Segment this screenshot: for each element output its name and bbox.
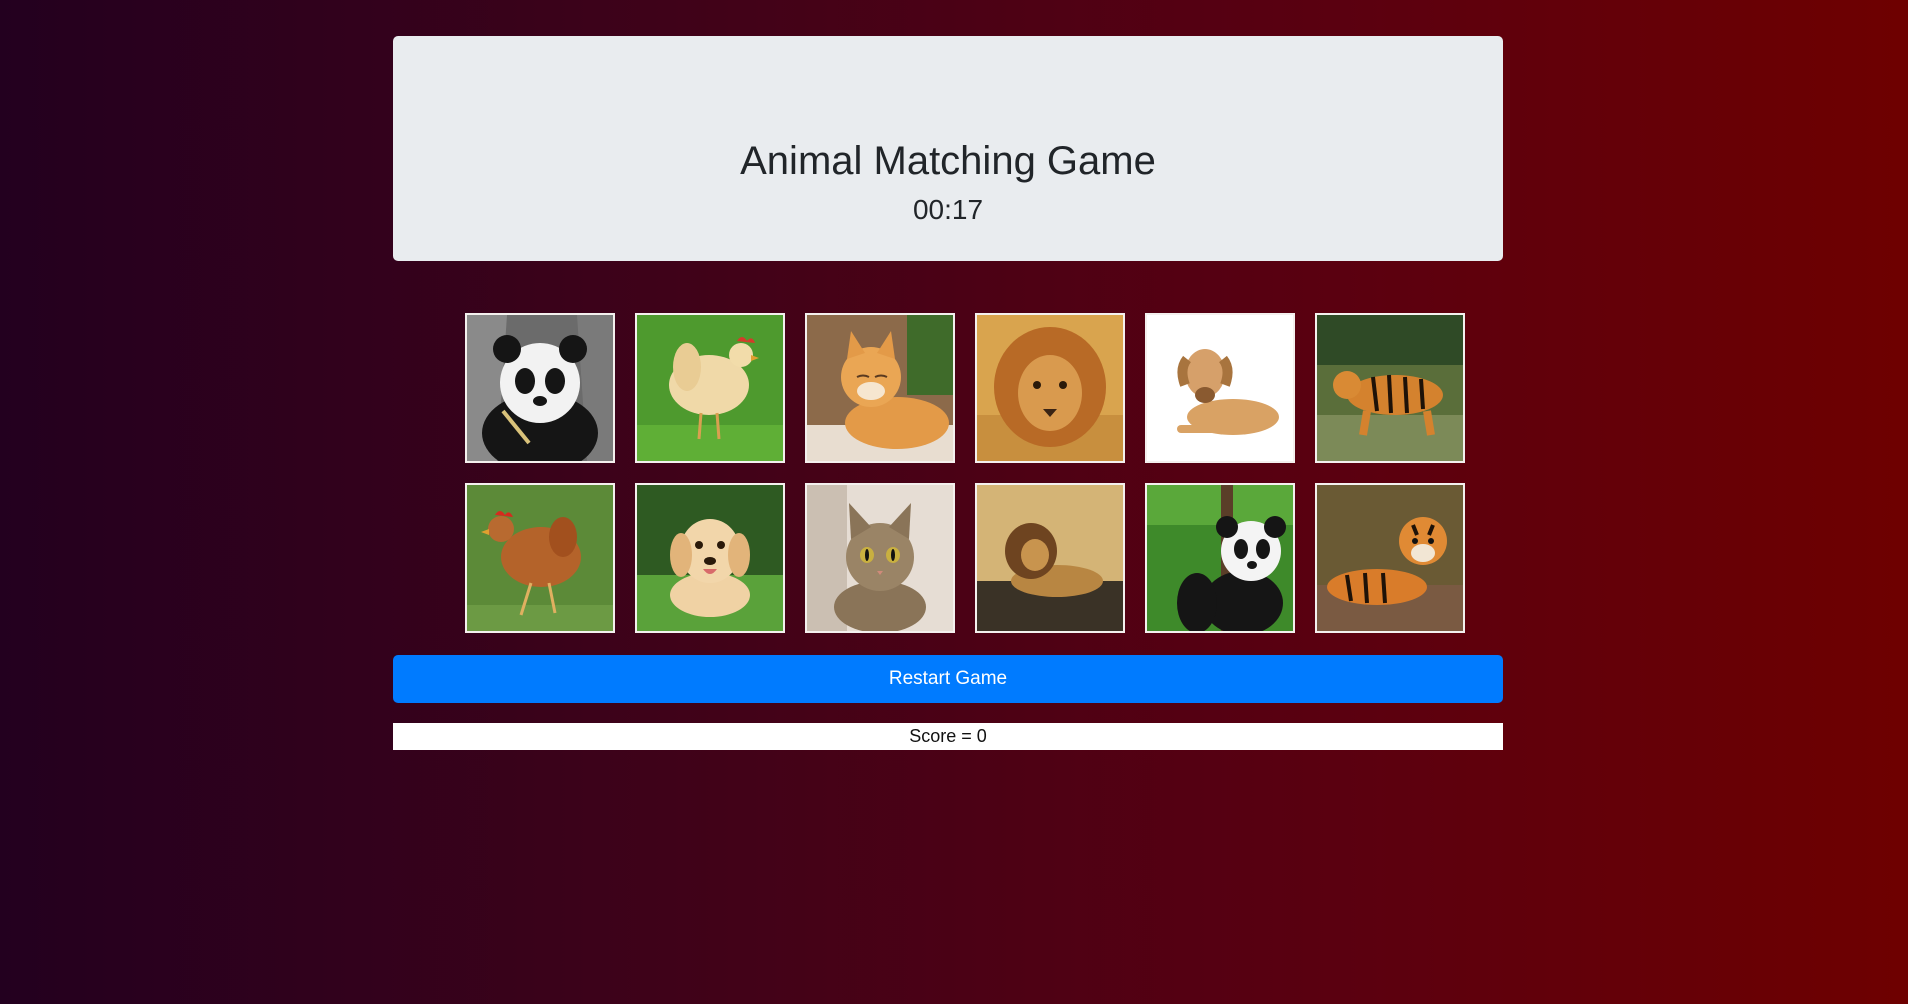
card-lion[interactable] (975, 313, 1125, 463)
dog-icon (637, 485, 783, 631)
cat-icon (807, 485, 953, 631)
game-header: Animal Matching Game 00:17 (393, 36, 1503, 261)
cat-icon (807, 315, 953, 461)
chicken-icon (637, 315, 783, 461)
card-tiger[interactable] (1315, 313, 1465, 463)
tiger-icon (1317, 315, 1463, 461)
lion-icon (977, 485, 1123, 631)
score-display: Score = 0 (393, 723, 1503, 750)
panda-icon (467, 315, 613, 461)
card-chicken[interactable] (465, 483, 615, 633)
lion-icon (977, 315, 1123, 461)
card-panda[interactable] (1145, 483, 1295, 633)
card-chicken[interactable] (635, 313, 785, 463)
dog-icon (1147, 315, 1293, 461)
card-panda[interactable] (465, 313, 615, 463)
game-title: Animal Matching Game (740, 139, 1156, 183)
game-timer: 00:17 (912, 194, 984, 225)
card-lion[interactable] (975, 483, 1125, 633)
card-cat[interactable] (805, 483, 955, 633)
restart-game-button[interactable]: Restart Game (393, 655, 1503, 703)
card-dog[interactable] (1145, 313, 1295, 463)
panda-icon (1147, 485, 1293, 631)
card-board (465, 313, 1465, 633)
chicken-icon (467, 485, 613, 631)
card-tiger[interactable] (1315, 483, 1465, 633)
card-dog[interactable] (635, 483, 785, 633)
card-cat[interactable] (805, 313, 955, 463)
tiger-icon (1317, 485, 1463, 631)
